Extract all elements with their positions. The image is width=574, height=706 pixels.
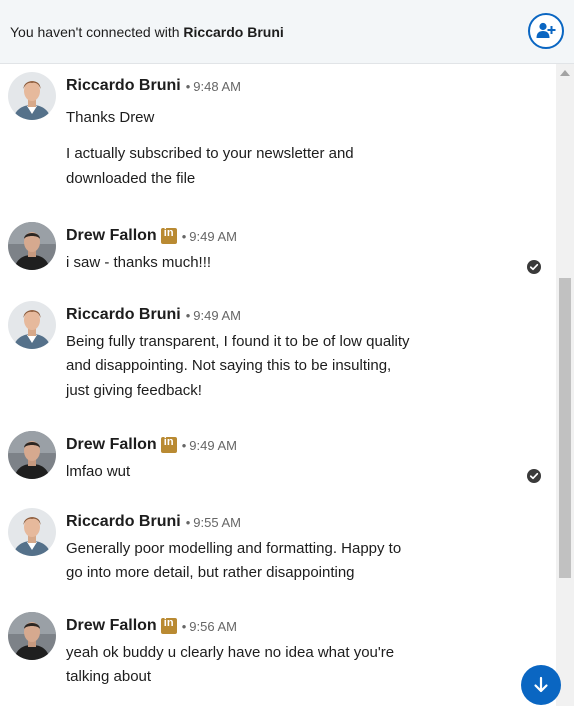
message-text: I actually subscribed to your newsletter… [66, 145, 354, 162]
separator-dot: • [185, 514, 191, 530]
connection-banner-text: You haven't connected with Riccardo Brun… [10, 24, 284, 40]
separator-dot: • [185, 307, 191, 323]
message-text: and disappointing. Not saying this to be… [66, 357, 392, 374]
scrollbar[interactable] [556, 64, 574, 706]
avatar[interactable] [8, 508, 56, 556]
badge-text: in [163, 227, 174, 239]
avatar[interactable] [8, 222, 56, 270]
message-group: Riccardo Bruni • 9:55 AM Generally poor mod… [0, 500, 556, 594]
connect-button[interactable] [528, 13, 564, 49]
scroll-to-bottom-button[interactable] [521, 665, 561, 705]
message-text: talking about [66, 668, 152, 685]
linkedin-premium-icon: in [160, 227, 177, 244]
linkedin-premium-icon: in [160, 617, 177, 634]
badge-text: in [163, 617, 174, 629]
message-text: downloaded the file [66, 170, 196, 187]
connection-banner: You haven't connected with Riccardo Brun… [0, 0, 574, 64]
sender-name[interactable]: Drew Fallon [66, 227, 157, 245]
message-header: Riccardo Bruni • 9:55 AM [66, 513, 241, 531]
message-timestamp: 9:49 AM [189, 228, 237, 244]
message-group: Drew Fallon in • 9:49 AM i saw - thanks much… [0, 214, 556, 284]
message-group: Drew Fallon in • 9:49 AM lmfao wut [0, 423, 556, 493]
message-text: Thanks Drew [66, 109, 155, 126]
add-person-icon [536, 22, 556, 38]
message-thread: Riccardo Bruni • 9:48 AM Thanks Drew I actua… [0, 64, 556, 706]
separator-dot: • [181, 228, 187, 244]
message-header: Drew Fallon in • 9:49 AM [66, 227, 237, 245]
avatar[interactable] [8, 301, 56, 349]
message-text: yeah ok buddy u clearly have no idea wha… [66, 644, 395, 661]
avatar[interactable] [8, 431, 56, 479]
message-text: i saw - thanks much!!! [66, 254, 212, 271]
message-header: Riccardo Bruni • 9:49 AM [66, 306, 241, 324]
scroll-up-arrow[interactable] [560, 70, 570, 76]
message-group: Riccardo Bruni • 9:49 AM Being fully transp… [0, 293, 556, 412]
arrow-down-icon [534, 676, 548, 693]
message-text: lmfao wut [66, 463, 131, 480]
sender-name[interactable]: Drew Fallon [66, 436, 157, 454]
message-timestamp: 9:49 AM [189, 437, 237, 453]
linkedin-premium-icon: in [160, 436, 177, 453]
separator-dot: • [185, 78, 191, 94]
message-text: Being fully transparent, I found it to b… [66, 333, 410, 350]
message-header: Riccardo Bruni • 9:48 AM [66, 77, 241, 95]
separator-dot: • [181, 437, 187, 453]
message-timestamp: 9:49 AM [193, 307, 241, 323]
read-receipt-icon [527, 260, 541, 274]
avatar[interactable] [8, 72, 56, 120]
message-group: Riccardo Bruni • 9:48 AM Thanks Drew I actua… [0, 64, 556, 200]
sender-name[interactable]: Drew Fallon [66, 617, 157, 635]
badge-text: in [163, 436, 174, 448]
message-text: just giving feedback! [66, 382, 202, 399]
separator-dot: • [181, 618, 187, 634]
sender-name[interactable]: Riccardo Bruni [66, 513, 181, 531]
banner-prefix: You haven't connected with [10, 24, 180, 40]
message-header: Drew Fallon in • 9:56 AM [66, 617, 237, 635]
scrollbar-thumb[interactable] [559, 278, 571, 578]
message-timestamp: 9:55 AM [193, 514, 241, 530]
banner-contact-name: Riccardo Bruni [183, 24, 284, 40]
sender-name[interactable]: Riccardo Bruni [66, 306, 181, 324]
read-receipt-icon [527, 469, 541, 483]
message-timestamp: 9:48 AM [193, 78, 241, 94]
message-header: Drew Fallon in • 9:49 AM [66, 436, 237, 454]
avatar[interactable] [8, 612, 56, 660]
message-text: go into more detail, but rather disappoi… [66, 564, 355, 581]
sender-name[interactable]: Riccardo Bruni [66, 77, 181, 95]
message-timestamp: 9:56 AM [189, 618, 237, 634]
message-text: Generally poor modelling and formatting.… [66, 540, 402, 557]
message-group: Drew Fallon in • 9:56 AM yeah ok buddy u cle… [0, 604, 556, 698]
